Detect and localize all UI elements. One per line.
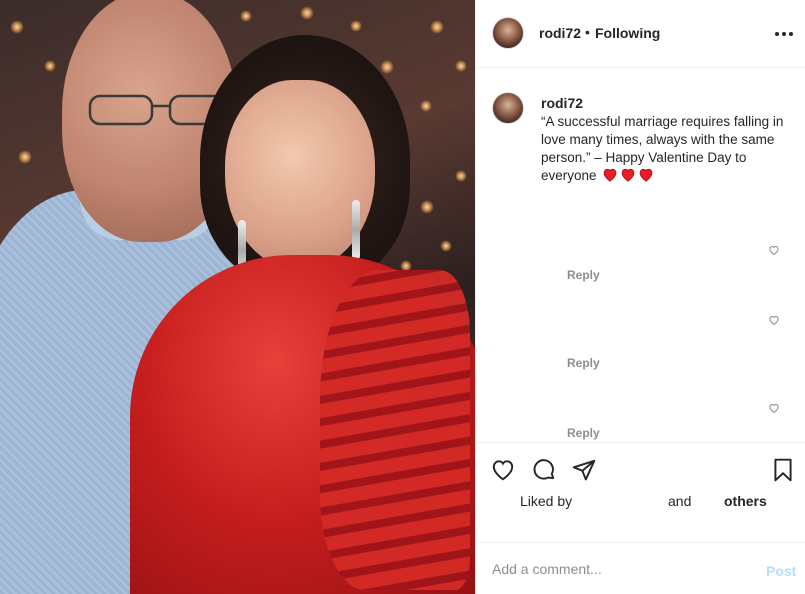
post-sidebar: rodi72 • Following rodi72 “A successful … [475,0,805,594]
red-heart-emoji [603,169,617,183]
author-avatar[interactable] [492,17,524,49]
reply-button[interactable]: Reply [567,268,600,282]
liked-by-others-link[interactable]: others [724,493,767,509]
author-username[interactable]: rodi72 [539,25,581,41]
reply-button[interactable]: Reply [567,426,600,440]
comment-like-icon[interactable] [768,244,780,256]
comment-icon[interactable] [531,457,557,483]
comment-like-icon[interactable] [768,402,780,414]
add-comment-section: Post [476,542,805,594]
reply-button[interactable]: Reply [567,356,600,370]
heart-outline-icon[interactable] [490,457,516,483]
post-photo[interactable] [0,0,475,594]
liked-by-label: Liked by [520,493,573,509]
following-button[interactable]: Following [595,25,660,41]
red-heart-emoji [639,169,653,183]
share-icon[interactable] [571,457,597,483]
instagram-post-modal: rodi72 • Following rodi72 “A successful … [0,0,805,594]
caption-username[interactable]: rodi72 [541,95,583,111]
post-header: rodi72 • Following [476,0,805,68]
caption-author-avatar[interactable] [492,92,524,124]
liked-by-and: and [668,493,692,509]
comment-like-icon[interactable] [768,314,780,326]
caption-text: “A successful marriage requires falling … [541,113,791,185]
header-separator: • [585,24,590,40]
post-comment-button[interactable]: Post [766,563,796,579]
post-actions: Liked by and others [476,442,805,542]
heart-emoji-group [600,167,654,185]
more-options-icon[interactable] [774,20,794,40]
red-heart-emoji [621,169,635,183]
comment-input[interactable] [492,561,732,577]
caption-body: “A successful marriage requires falling … [541,114,784,183]
bookmark-icon[interactable] [770,457,796,483]
